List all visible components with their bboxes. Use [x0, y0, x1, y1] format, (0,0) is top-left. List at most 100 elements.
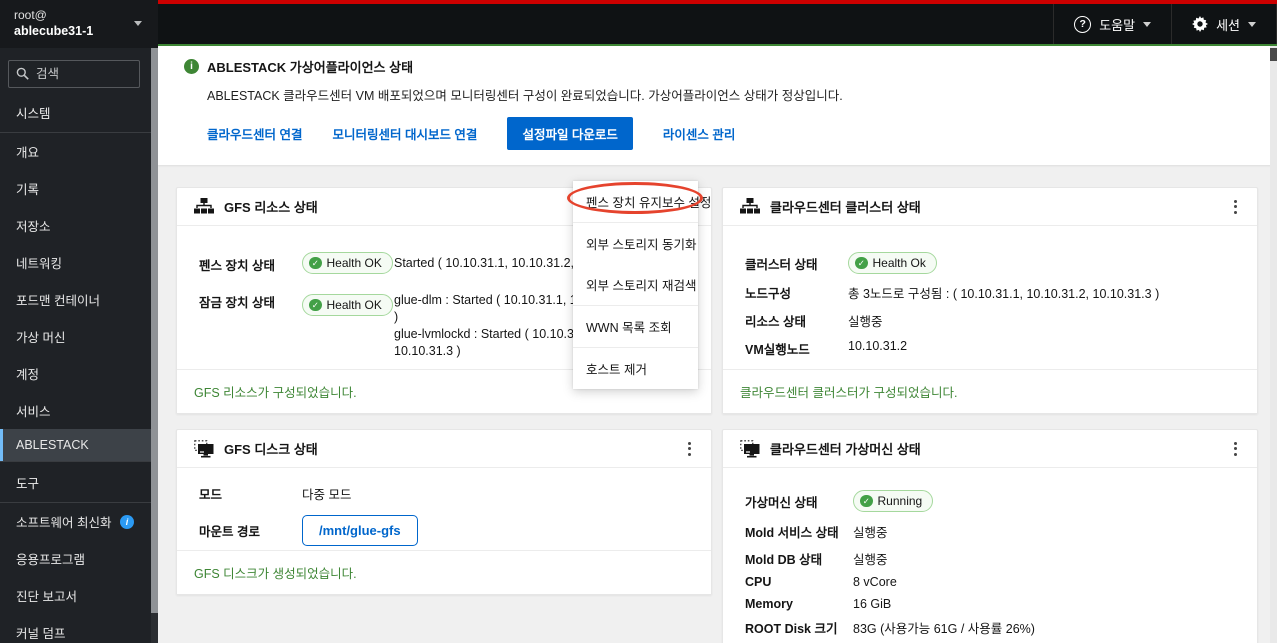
status-badge: ✓ Health OK	[302, 252, 393, 274]
content-scrollbar-thumb[interactable]	[1270, 48, 1277, 61]
row-label: 클러스터 상태	[745, 257, 818, 272]
info-circle-icon: i	[184, 59, 199, 74]
nav-section-tools: 도구	[0, 461, 158, 503]
sidebar-scrollbar-thumb[interactable]	[151, 48, 158, 613]
row-value: 실행중	[848, 315, 883, 329]
appliance-status-banner: i ABLESTACK 가상어플라이언스 상태 ABLESTACK 클라우드센터…	[158, 44, 1277, 165]
sidebar-item-networking[interactable]: 네트워킹	[0, 244, 158, 281]
sidebar-item-diagnostic-reports[interactable]: 진단 보고서	[0, 577, 158, 614]
cloudcenter-connect-link[interactable]: 클라우드센터 연결	[207, 124, 302, 143]
chevron-down-icon	[1143, 21, 1152, 27]
sidebar-item-storage[interactable]: 저장소	[0, 207, 158, 244]
sidebar-scrollbar[interactable]	[151, 48, 158, 643]
row-value: 16 GiB	[853, 596, 892, 611]
sidebar-item-services[interactable]: 서비스	[0, 392, 158, 429]
help-menu-button[interactable]: ? 도움말	[1053, 4, 1171, 44]
kebab-menu-button[interactable]	[1228, 436, 1243, 462]
sidebar-item-label: 소프트웨어 최신화	[16, 516, 112, 530]
cards-grid: GFS 리소스 상태 펜스 장치 상태 ✓ Health OK Started …	[158, 165, 1277, 643]
row-value: 실행중	[853, 526, 888, 540]
row-label: ROOT Disk 크기	[745, 622, 838, 636]
sidebar-item-accounts[interactable]: 계정	[0, 355, 158, 392]
row-label: 리소스 상태	[745, 315, 806, 329]
chevron-down-icon	[134, 21, 142, 26]
banner-title: ABLESTACK 가상어플라이언스 상태	[207, 60, 414, 75]
session-menu-button[interactable]: 세션	[1171, 4, 1277, 44]
cloud-cluster-card: 클라우드센터 클러스터 상태 클러스터 상태 ✓ Health Ok 노드구성 …	[722, 187, 1258, 414]
card-title: GFS 디스크 상태	[224, 442, 318, 457]
gfs-resource-context-menu: 펜스 장치 유지보수 설정 외부 스토리지 동기화 외부 스토리지 재검색 WW…	[573, 181, 711, 389]
cloud-vm-card: 클라우드센터 가상머신 상태 가상머신 상태 ✓ Running Mold 서비…	[722, 429, 1258, 643]
sidebar-item-ablestack[interactable]: ABLESTACK	[0, 429, 158, 461]
status-badge: ✓ Health Ok	[848, 252, 937, 274]
nav-section-system: 시스템	[0, 92, 158, 133]
card-title: 클라우드센터 클러스터 상태	[770, 200, 921, 215]
row-value: 83G (사용가능 61G / 사용률 26%)	[853, 622, 1035, 636]
question-circle-icon: ?	[1074, 15, 1092, 33]
card-footer-status: 클라우드센터 클러스터가 구성되었습니다.	[723, 369, 1257, 413]
content-scrollbar[interactable]	[1270, 46, 1277, 643]
menu-item-external-storage-rescan[interactable]: 외부 스토리지 재검색	[573, 264, 698, 305]
masthead: ? 도움말 세션	[158, 0, 1277, 44]
check-circle-icon: ✓	[855, 256, 868, 270]
check-circle-icon: ✓	[860, 494, 873, 508]
menu-item-remove-host[interactable]: 호스트 제거	[573, 347, 698, 389]
row-label: 모드	[199, 488, 223, 502]
sidebar-search	[8, 60, 140, 88]
kebab-menu-button[interactable]	[1228, 194, 1243, 220]
updates-info-badge-icon: i	[120, 514, 134, 529]
sidebar-item-applications[interactable]: 응용프로그램	[0, 540, 158, 577]
cluster-sitemap-icon	[194, 198, 214, 214]
menu-item-fence-maintenance[interactable]: 펜스 장치 유지보수 설정	[573, 181, 711, 222]
card-title: 클라우드센터 가상머신 상태	[770, 442, 921, 457]
sidebar-item-virtual-machines[interactable]: 가상 머신	[0, 318, 158, 355]
menu-item-wwn-list[interactable]: WWN 목록 조회	[573, 305, 698, 347]
session-label: 세션	[1216, 17, 1240, 33]
sidebar-item-software-updates[interactable]: 소프트웨어 최신화 i	[0, 503, 158, 540]
sidebar-item-overview[interactable]: 개요	[0, 133, 158, 170]
virtual-disk-icon	[194, 439, 214, 457]
banner-description: ABLESTACK 클라우드센터 VM 배포되었으며 모니터링센터 구성이 완료…	[207, 89, 843, 103]
chevron-down-icon	[1248, 21, 1256, 27]
sidebar-item-podman[interactable]: 포드맨 컨테이너	[0, 281, 158, 318]
row-label: 노드구성	[745, 287, 792, 301]
download-config-button[interactable]: 설정파일 다운로드	[507, 117, 633, 150]
gear-icon	[1192, 16, 1209, 32]
row-label: 가상머신 상태	[745, 495, 818, 510]
card-footer-status: GFS 디스크가 생성되었습니다.	[177, 550, 711, 594]
license-management-link[interactable]: 라이센스 관리	[663, 124, 735, 143]
row-label: 잠금 장치 상태	[199, 296, 275, 310]
help-label: 도움말	[1099, 17, 1136, 33]
hostname: ablecube31-1	[14, 24, 94, 38]
search-icon	[16, 67, 29, 80]
monitoring-dashboard-link[interactable]: 모니터링센터 대시보드 연결	[332, 124, 477, 143]
row-label: Mold DB 상태	[745, 552, 823, 567]
virtual-machine-icon	[740, 439, 760, 457]
menu-item-external-storage-sync[interactable]: 외부 스토리지 동기화	[573, 222, 698, 264]
row-label: Mold 서비스 상태	[745, 526, 839, 540]
row-label: CPU	[745, 575, 772, 589]
gfs-disk-card: GFS 디스크 상태 모드 다중 모드 마운트 경로 /mnt/glue-gfs…	[176, 429, 712, 595]
cluster-sitemap-icon	[740, 198, 760, 214]
row-value: 10.10.31.2	[848, 339, 908, 353]
card-title: GFS 리소스 상태	[224, 200, 318, 215]
main-content: i ABLESTACK 가상어플라이언스 상태 ABLESTACK 클라우드센터…	[158, 44, 1277, 643]
row-value: 8 vCore	[853, 575, 897, 589]
kebab-menu-button[interactable]	[682, 436, 697, 462]
row-label: VM실행노드	[745, 343, 810, 357]
row-label: Memory	[745, 596, 793, 611]
status-badge: ✓ Running	[853, 490, 934, 512]
row-value: 총 3노드로 구성됨 : ( 10.10.31.1, 10.10.31.2, 1…	[848, 287, 1160, 301]
sidebar-item-logs[interactable]: 기록	[0, 170, 158, 207]
row-value: 다중 모드	[302, 488, 352, 502]
row-label: 펜스 장치 상태	[199, 259, 275, 273]
row-label: 마운트 경로	[199, 525, 260, 539]
mount-path-button[interactable]: /mnt/glue-gfs	[302, 515, 418, 546]
sidebar-nav: 시스템 개요 기록 저장소 네트워킹 포드맨 컨테이너 가상 머신 계정 서비스…	[0, 92, 158, 643]
sidebar: root@ ablecube31-1 시스템 개요 기록 저장소 네트워킹 포드…	[0, 0, 158, 643]
status-badge: ✓ Health OK	[302, 294, 393, 316]
check-circle-icon: ✓	[309, 256, 322, 270]
logged-in-user: root@	[14, 8, 47, 22]
host-switcher[interactable]: root@ ablecube31-1	[0, 0, 158, 48]
sidebar-item-kernel-dump[interactable]: 커널 덤프	[0, 614, 158, 643]
